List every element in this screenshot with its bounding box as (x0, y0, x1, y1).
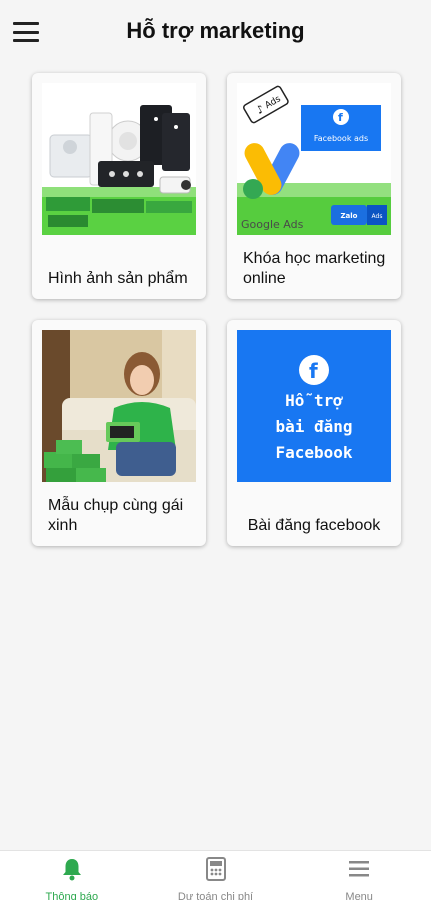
fb-image-line3: Facebook (275, 443, 352, 462)
nav-label: Dự toán chi phí (177, 891, 254, 900)
card-product-images[interactable]: Hình ảnh sản phẩm (32, 73, 206, 299)
card-label: Khóa học marketing online (243, 250, 386, 287)
fb-image-line2: bài đăng (275, 417, 352, 436)
top-app-bar: Hỗ trợ marketing (0, 0, 431, 62)
nav-label: Thông báo (45, 891, 99, 900)
page-title: Hỗ trợ marketing (126, 18, 305, 43)
ads-platforms-image: ♪ Ads f Facebook ads Google Ads Zalo Ads (237, 83, 391, 235)
menu-icon (348, 857, 370, 886)
card-model-photos[interactable]: Mẫu chụp cùng gái xinh (32, 320, 206, 546)
bottom-navigation: Thông báo Dự toán chi phí Menu (0, 850, 431, 900)
card-marketing-course[interactable]: ♪ Ads f Facebook ads Google Ads Zalo Ads… (227, 73, 401, 299)
facebook-post-image: f Hỗ trợ bài đăng Facebook (237, 330, 391, 482)
fb-image-line1: Hỗ trợ (285, 391, 343, 410)
bell-icon (61, 857, 83, 886)
facebook-ads-text: Facebook ads (314, 134, 368, 143)
svg-text:f: f (338, 111, 343, 124)
nav-item-menu[interactable]: Menu (287, 851, 431, 900)
google-ads-text: Google Ads (241, 218, 304, 231)
nav-item-cost-estimate[interactable]: Dự toán chi phí (144, 851, 288, 900)
card-facebook-posts[interactable]: f Hỗ trợ bài đăng Facebook Bài đăng face… (227, 320, 401, 546)
card-label: Hình ảnh sản phẩm (48, 270, 188, 287)
product-devices-image (42, 83, 196, 235)
calculator-icon (205, 857, 226, 886)
card-label: Bài đăng facebook (247, 517, 381, 534)
zalo-text: Zalo (340, 212, 357, 220)
model-photo-image (42, 330, 196, 482)
zalo-ads-text: Ads (372, 213, 383, 220)
card-label: Mẫu chụp cùng gái xinh (48, 497, 184, 534)
nav-label: Menu (345, 891, 373, 900)
nav-item-notifications[interactable]: Thông báo (0, 851, 144, 900)
svg-text:f: f (309, 359, 318, 383)
